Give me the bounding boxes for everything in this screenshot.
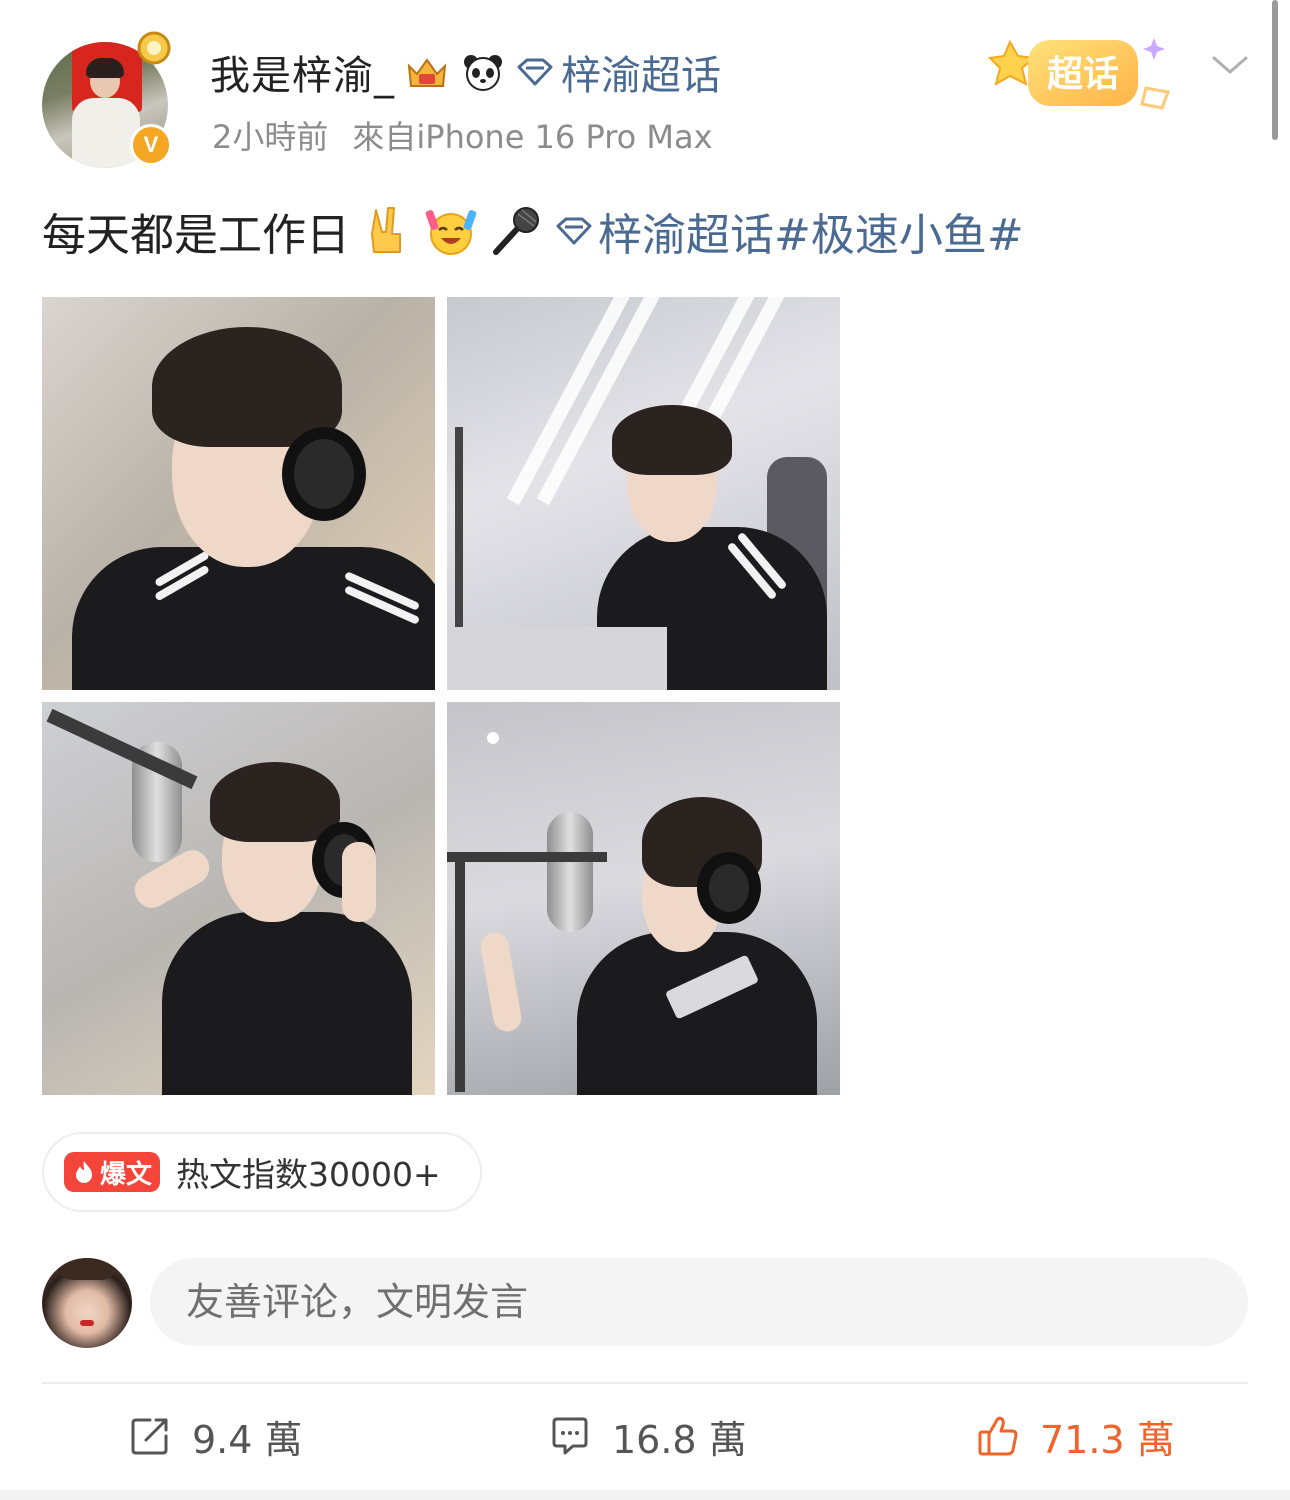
like-button[interactable]: 71.3 萬 bbox=[976, 1404, 1175, 1468]
verified-badge-icon: V bbox=[130, 124, 172, 166]
supertopic-label: 梓渝超话 bbox=[561, 53, 721, 99]
microphone-emoji bbox=[493, 207, 539, 255]
repost-button[interactable]: 9.4 萬 bbox=[128, 1404, 303, 1468]
bottom-separator bbox=[0, 1490, 1290, 1500]
member-crown-icon bbox=[407, 58, 447, 87]
post-content: 每天都是工作日 梓渝超话 #极速小鱼# bbox=[42, 196, 1024, 266]
post-image-3[interactable] bbox=[42, 702, 435, 1095]
post-text: 每天都是工作日 bbox=[42, 210, 350, 261]
hot-article-pill[interactable]: 爆文 热文指数30000+ bbox=[42, 1132, 482, 1212]
thumbs-up-icon bbox=[978, 1416, 1018, 1456]
comment-input[interactable] bbox=[150, 1258, 1248, 1346]
author-avatar[interactable]: V bbox=[42, 31, 172, 170]
comment-icon bbox=[552, 1417, 588, 1455]
scrollbar[interactable] bbox=[1272, 0, 1278, 140]
hashtag-link[interactable]: #极速小鱼# bbox=[774, 199, 1024, 263]
topic-link[interactable]: 梓渝超话 bbox=[554, 199, 774, 263]
diamond-icon bbox=[556, 217, 592, 245]
avatar-pendant-icon bbox=[137, 31, 171, 65]
post-image-1[interactable] bbox=[42, 297, 435, 690]
post-meta: 2小時前 來自iPhone 16 Pro Max bbox=[212, 112, 713, 158]
post-image-4[interactable] bbox=[447, 702, 840, 1095]
panda-icon bbox=[464, 55, 502, 91]
hot-index-text: 热文指数30000+ bbox=[176, 1155, 441, 1194]
topic-label: 梓渝超话 bbox=[598, 210, 774, 261]
chevron-down-icon[interactable] bbox=[1210, 50, 1250, 80]
comment-button[interactable]: 16.8 萬 bbox=[548, 1404, 747, 1468]
victory-hand-emoji bbox=[371, 207, 401, 253]
repost-count: 9.4 萬 bbox=[192, 1417, 303, 1462]
author-row: 我是梓渝_ 梓渝超话 bbox=[210, 44, 721, 100]
current-user-avatar bbox=[42, 1258, 132, 1348]
hot-tag: 爆文 bbox=[64, 1152, 161, 1192]
supertopic-link[interactable]: 梓渝超话 bbox=[515, 43, 721, 101]
divider bbox=[42, 1382, 1248, 1384]
supertopic-badge-label: 超话 bbox=[1047, 54, 1119, 95]
post-source: 來自iPhone 16 Pro Max bbox=[352, 118, 713, 156]
diamond-icon bbox=[517, 58, 553, 86]
author-name[interactable]: 我是梓渝_ bbox=[210, 43, 395, 101]
like-count: 71.3 萬 bbox=[1040, 1417, 1175, 1462]
post-time: 2小時前 bbox=[212, 118, 329, 156]
post-image-2[interactable] bbox=[447, 297, 840, 690]
party-face-emoji bbox=[425, 210, 477, 255]
hot-tag-label: 爆文 bbox=[100, 1159, 153, 1190]
flame-icon bbox=[76, 1161, 92, 1183]
repost-icon bbox=[131, 1418, 168, 1455]
supertopic-badge-icon[interactable]: 超话 bbox=[986, 26, 1182, 116]
comment-count: 16.8 萬 bbox=[612, 1417, 747, 1462]
